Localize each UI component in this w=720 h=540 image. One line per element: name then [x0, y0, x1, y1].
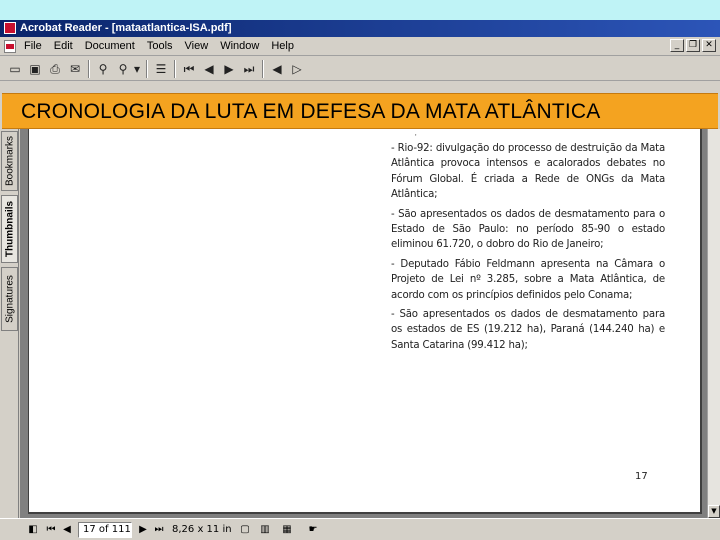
- forward-icon[interactable]: ▷: [288, 60, 306, 78]
- acrobat-app-icon: [4, 22, 16, 34]
- print-icon[interactable]: ⎙: [46, 60, 64, 78]
- menu-window[interactable]: Window: [220, 40, 259, 52]
- toolbar: ▭ ▣ ⎙ ✉ ⚲ ⚲ ▾ ☰ ⏮ ◀ ▶ ⏭ ◀ ▷: [0, 57, 720, 81]
- status-bar: ◧ ⏮ ◀ 17 of 111 ▶ ⏭ 8,26 x 11 in ▢ ▥ ▦ ☛: [0, 518, 720, 540]
- hand-tool-icon[interactable]: ☛: [306, 523, 320, 537]
- open-icon[interactable]: ▭: [6, 60, 24, 78]
- tab-signatures-label: Signatures: [4, 275, 15, 323]
- document-view: ' - Rio-92: divulgação do processo de de…: [20, 129, 707, 518]
- title-bar: Acrobat Reader - [mataatlantica-ISA.pdf]: [0, 20, 720, 37]
- scroll-down-button[interactable]: ▼: [708, 505, 720, 518]
- document-icon[interactable]: [4, 40, 16, 53]
- paragraph: - São apresentados os dados de desmatame…: [391, 309, 665, 351]
- paragraph: - Rio-92: divulgação do processo de dest…: [391, 143, 665, 201]
- first-page-icon[interactable]: ⏮: [180, 60, 198, 78]
- dropdown-icon[interactable]: ▾: [132, 60, 142, 78]
- email-icon[interactable]: ✉: [66, 60, 84, 78]
- banner-title: CRONOLOGIA DA LUTA EM DEFESA DA MATA ATL…: [21, 100, 601, 123]
- menu-tools[interactable]: Tools: [147, 40, 173, 52]
- window-title: Acrobat Reader - [mataatlantica-ISA.pdf]: [20, 22, 232, 34]
- page-number-field[interactable]: 17 of 111: [78, 522, 132, 538]
- menu-file[interactable]: File: [24, 40, 42, 52]
- toolbar-separator: [262, 60, 264, 78]
- printed-page-number: 17: [635, 471, 648, 482]
- menu-view[interactable]: View: [185, 40, 209, 52]
- vertical-scrollbar[interactable]: ▼: [707, 129, 720, 518]
- paragraph: - Deputado Fábio Feldmann apresenta na C…: [391, 258, 665, 301]
- toolbar-separator: [146, 60, 148, 78]
- back-icon[interactable]: ◀: [268, 60, 286, 78]
- page-icon[interactable]: ☰: [152, 60, 170, 78]
- doc-restore-button[interactable]: ❐: [686, 39, 700, 52]
- menu-edit[interactable]: Edit: [54, 40, 73, 52]
- facing-pages-icon[interactable]: ▦: [280, 523, 294, 537]
- page-size: 8,26 x 11 in: [172, 524, 232, 535]
- top-strip: [0, 0, 720, 20]
- last-page-icon[interactable]: ⏭: [152, 523, 166, 537]
- next-page-icon[interactable]: ▶: [220, 60, 238, 78]
- menu-help[interactable]: Help: [271, 40, 294, 52]
- page-text: - Rio-92: divulgação do processo de dest…: [391, 141, 665, 357]
- tab-signatures[interactable]: Signatures: [1, 267, 18, 331]
- single-page-icon[interactable]: ▢: [238, 523, 252, 537]
- doc-minimize-button[interactable]: _: [670, 39, 684, 52]
- continuous-icon[interactable]: ▥: [258, 523, 272, 537]
- toolbar-separator: [174, 60, 176, 78]
- doc-close-button[interactable]: ✕: [702, 39, 716, 52]
- tab-bookmarks[interactable]: Bookmarks: [1, 131, 18, 191]
- page-layout-icon[interactable]: ◧: [26, 523, 40, 537]
- navigation-pane-tabs: Bookmarks Thumbnails Signatures: [0, 129, 19, 518]
- previous-page-icon[interactable]: ◀: [200, 60, 218, 78]
- slide-title-banner: CRONOLOGIA DA LUTA EM DEFESA DA MATA ATL…: [2, 93, 718, 129]
- tab-bookmarks-label: Bookmarks: [4, 135, 15, 187]
- next-page-icon[interactable]: ▶: [136, 523, 150, 537]
- previous-page-icon[interactable]: ◀: [60, 523, 74, 537]
- menu-bar: File Edit Document Tools View Window Hel…: [0, 37, 720, 56]
- paragraph: - São apresentados os dados de desmatame…: [391, 208, 665, 251]
- last-page-icon[interactable]: ⏭: [240, 60, 258, 78]
- menu-document[interactable]: Document: [85, 40, 135, 52]
- tab-thumbnails-label: Thumbnails: [4, 200, 15, 258]
- toolbar-separator: [88, 60, 90, 78]
- find-icon[interactable]: ⚲: [114, 60, 132, 78]
- search-icon[interactable]: ⚲: [94, 60, 112, 78]
- pdf-page: ' - Rio-92: divulgação do processo de de…: [28, 129, 702, 514]
- first-page-icon[interactable]: ⏮: [44, 523, 58, 537]
- tab-thumbnails[interactable]: Thumbnails: [1, 195, 18, 263]
- save-icon[interactable]: ▣: [26, 60, 44, 78]
